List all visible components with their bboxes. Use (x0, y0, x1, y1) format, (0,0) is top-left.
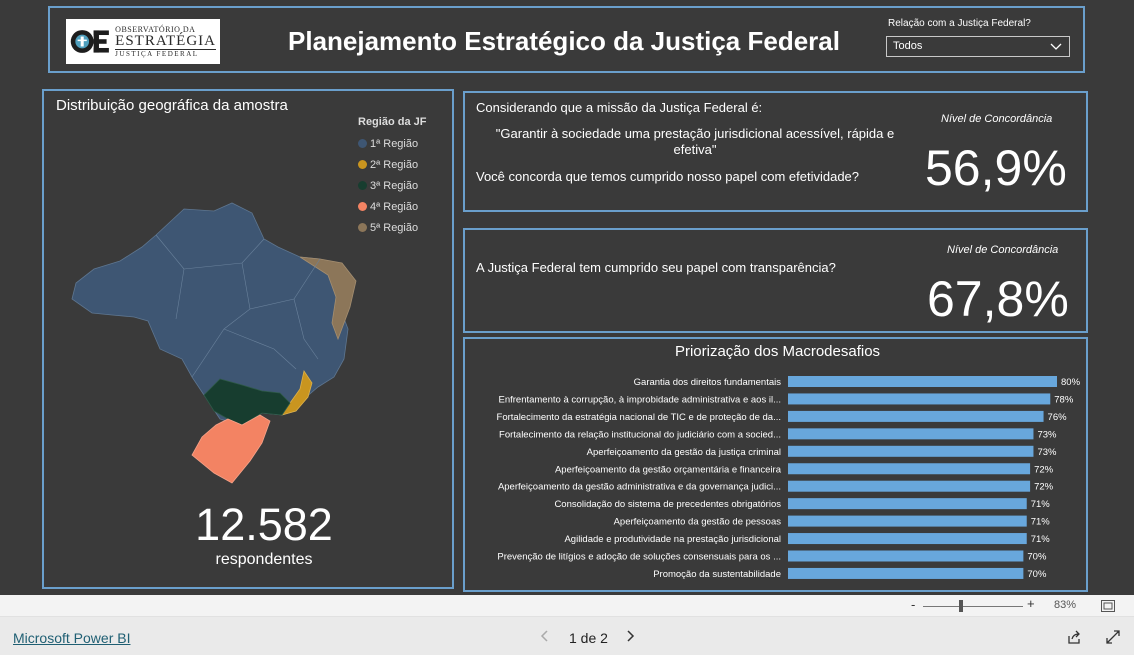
header-panel: OBSERVATÓRIO DA ESTRATÉGIA JUSTIÇA FEDER… (48, 6, 1085, 73)
bar-value-label: 71% (1031, 517, 1051, 528)
bar-category-label: Prevenção de litígios e adoção de soluçõ… (497, 552, 781, 563)
bar[interactable] (788, 393, 1051, 405)
zoom-out-button[interactable]: - (911, 597, 915, 612)
page-indicator: 1 de 2 (569, 630, 608, 646)
chart-title: Priorização dos Macrodesafios (674, 343, 881, 360)
zoom-level: 83% (1054, 599, 1077, 611)
bar-category-label: Promoção da sustentabilidade (653, 569, 781, 580)
filter-label: Relação com a Justiça Federal? (888, 18, 1031, 29)
report-canvas: OBSERVATÓRIO DA ESTRATÉGIA JUSTIÇA FEDER… (0, 0, 1134, 595)
kpi-missao-quote: "Garantir à sociedade uma prestação juri… (495, 126, 895, 157)
bar[interactable] (788, 515, 1027, 527)
legend-item-regiao-2[interactable]: 2ª Região (358, 154, 426, 175)
bar-value-label: 73% (1037, 429, 1057, 440)
bar-category-label: Aperfeiçoamento da gestão da justiça cri… (587, 447, 781, 458)
bar[interactable] (788, 445, 1034, 457)
zoom-in-button[interactable]: + (1027, 596, 1035, 611)
kpi-transparencia-label: Nível de Concordância (947, 244, 1059, 256)
zoom-slider-track[interactable] (923, 606, 1023, 607)
bar-value-label: 70% (1027, 569, 1047, 580)
legend-label: 3ª Região (370, 179, 419, 192)
bar[interactable] (788, 550, 1024, 562)
bar-value-label: 72% (1034, 464, 1054, 475)
legend-label: 4ª Região (370, 200, 419, 213)
respondents-count: 12.582 (195, 499, 333, 550)
legend-dot (358, 160, 367, 169)
respondents-label: respondentes (215, 551, 313, 568)
bar-value-label: 71% (1031, 534, 1051, 545)
bar-category-label: Enfrentamento à corrupção, à improbidade… (498, 394, 781, 405)
bar-category-label: Fortalecimento da estratégia nacional de… (497, 412, 781, 423)
kpi-transparencia-card[interactable]: A Justiça Federal tem cumprido seu papel… (463, 228, 1088, 333)
bar-value-label: 78% (1054, 394, 1074, 405)
legend-label: 5ª Região (370, 221, 419, 234)
map-regiao-4[interactable] (191, 414, 271, 484)
kpi-missao-value: 56,9% (925, 140, 1067, 196)
region-legend: Região da JF 1ª Região 2ª Região 3ª Regi… (358, 116, 426, 238)
bar-category-label: Garantia dos direitos fundamentais (634, 377, 782, 388)
legend-label: 2ª Região (370, 158, 419, 171)
kpi-missao-label: Nível de Concordância (941, 113, 1053, 125)
fullscreen-icon[interactable] (1105, 629, 1121, 645)
chevron-down-icon (1050, 43, 1062, 50)
logo-line-3: JUSTIÇA FEDERAL (115, 48, 216, 58)
footer-bar: Microsoft Power BI 1 de 2 (0, 617, 1134, 655)
chevron-right-icon[interactable] (624, 629, 636, 643)
kpi-transparencia-value: 67,8% (927, 271, 1069, 327)
bar-category-label: Agilidade e produtividade na prestação j… (564, 534, 781, 545)
bar-category-label: Aperfeiçoamento da gestão orçamentária e… (555, 464, 782, 475)
bar[interactable] (788, 428, 1034, 440)
macrodesafios-chart-panel: Priorização dos Macrodesafios Garantia d… (463, 337, 1088, 592)
bar[interactable] (788, 410, 1044, 422)
bar-category-label: Aperfeiçoamento da gestão administrativa… (498, 482, 781, 493)
kpi-missao-intro: Considerando que a missão da Justiça Fed… (476, 100, 763, 115)
relacao-filter-dropdown[interactable]: Todos (886, 36, 1070, 57)
legend-item-regiao-3[interactable]: 3ª Região (358, 175, 426, 196)
fit-to-page-icon[interactable] (1101, 600, 1115, 612)
macrodesafios-bar-chart[interactable]: Garantia dos direitos fundamentais 80% Enf… (465, 367, 1086, 589)
bar-value-label: 72% (1034, 482, 1054, 493)
brazil-region-map[interactable] (64, 199, 364, 499)
bar[interactable] (788, 498, 1027, 510)
bar-category-label: Aperfeiçoamento da gestão de pessoas (614, 517, 782, 528)
bar[interactable] (788, 463, 1031, 475)
powerbi-link[interactable]: Microsoft Power BI (13, 630, 130, 646)
share-icon[interactable] (1066, 629, 1082, 645)
bar-value-label: 71% (1031, 499, 1051, 510)
page-title: Planejamento Estratégico da Justiça Fede… (288, 26, 840, 56)
legend-title: Região da JF (358, 116, 427, 128)
status-bar: - + 83% (0, 595, 1134, 617)
kpi-transparencia-question: A Justiça Federal tem cumprido seu papel… (476, 260, 836, 275)
bar-value-label: 80% (1061, 377, 1081, 388)
legend-dot (358, 139, 367, 148)
logo-line-2: ESTRATÉGIA (115, 32, 216, 49)
bar[interactable] (788, 376, 1057, 387)
bar-value-label: 73% (1037, 447, 1057, 458)
bar-category-label: Consolidação do sistema de precedentes o… (554, 499, 781, 510)
legend-item-regiao-5[interactable]: 5ª Região (358, 217, 426, 238)
kpi-missao-card[interactable]: Considerando que a missão da Justiça Fed… (463, 91, 1088, 212)
map-panel: Distribuição geográfica da amostra Regiã… (42, 89, 454, 589)
oe-logo-mark (70, 30, 109, 53)
bar[interactable] (788, 533, 1027, 545)
kpi-missao-question: Você concorda que temos cumprido nosso p… (476, 169, 860, 184)
map-title: Distribuição geográfica da amostra (56, 97, 288, 114)
bar[interactable] (788, 567, 1024, 579)
bar-category-label: Fortalecimento da relação institucional … (499, 429, 781, 440)
legend-item-regiao-1[interactable]: 1ª Região (358, 133, 426, 154)
legend-label: 1ª Região (370, 137, 419, 150)
zoom-slider-thumb[interactable] (959, 600, 963, 612)
bar[interactable] (788, 480, 1031, 492)
observatorio-logo: OBSERVATÓRIO DA ESTRATÉGIA JUSTIÇA FEDER… (66, 19, 220, 64)
chevron-left-icon[interactable] (539, 629, 551, 643)
filter-selected-value: Todos (893, 40, 923, 52)
legend-dot (358, 181, 367, 190)
legend-item-regiao-4[interactable]: 4ª Região (358, 196, 426, 217)
bar-value-label: 76% (1048, 412, 1068, 423)
bar-value-label: 70% (1027, 552, 1047, 563)
